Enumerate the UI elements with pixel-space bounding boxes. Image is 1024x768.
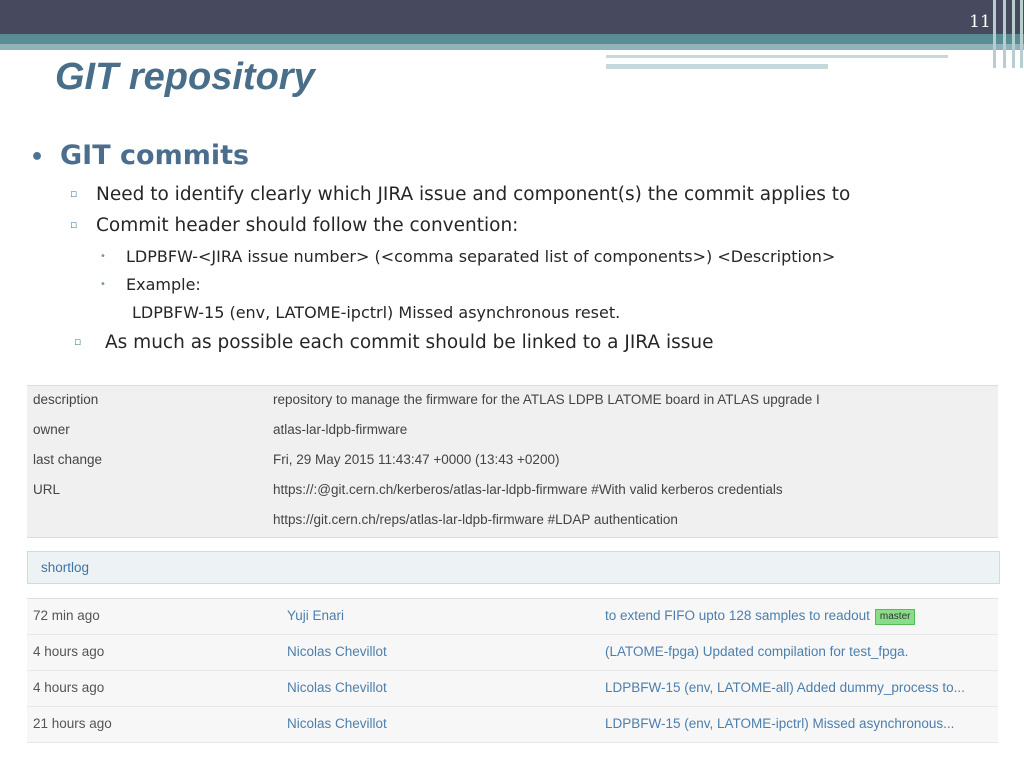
commit-author[interactable]: Nicolas Chevillot [287, 644, 387, 659]
commit-age: 4 hours ago [33, 680, 105, 695]
table-row[interactable]: 4 hours ago Nicolas Chevillot LDPBFW-15 … [27, 671, 998, 707]
example-text: LDPBFW-15 (env, LATOME-ipctrl) Missed as… [132, 303, 621, 322]
sub-bullet-item: • Example: [100, 275, 201, 294]
project-key: description [33, 392, 99, 407]
project-row: last change Fri, 29 May 2015 11:43:47 +0… [27, 446, 998, 476]
commit-age: 21 hours ago [33, 716, 112, 731]
commit-age: 4 hours ago [33, 644, 105, 659]
bullet-heading: • GIT commits [30, 140, 249, 171]
header-bar [0, 0, 1024, 34]
header-decor-stripe [1003, 0, 1006, 68]
commit-author[interactable]: Yuji Enari [287, 608, 344, 623]
slide-title: GIT repository [55, 56, 315, 98]
commit-message[interactable]: LDPBFW-15 (env, LATOME-ipctrl) Missed as… [605, 716, 954, 731]
bullet-item-text: Need to identify clearly which JIRA issu… [96, 184, 851, 205]
square-bullet-icon: ▫ [74, 335, 82, 348]
project-row: https://git.cern.ch/reps/atlas-lar-ldpb-… [27, 506, 998, 536]
square-bullet-icon: ▫ [70, 187, 78, 200]
header-decor-stripe [1012, 0, 1015, 68]
header-decor-stripe [993, 0, 996, 68]
commit-message[interactable]: to extend FIFO upto 128 samples to reado… [605, 608, 916, 625]
table-row[interactable]: 21 hours ago Nicolas Chevillot LDPBFW-15… [27, 707, 998, 743]
header-decor-stripe [1020, 0, 1023, 68]
project-value: repository to manage the firmware for th… [273, 392, 820, 407]
bullet-item: ▫ Need to identify clearly which JIRA iss… [70, 184, 850, 205]
header-accent-band-light [0, 44, 1024, 50]
project-row: owner atlas-lar-ldpb-firmware [27, 416, 998, 446]
sub-bullet-text: LDPBFW-<JIRA issue number> (<comma separ… [126, 247, 836, 266]
project-key: last change [33, 452, 103, 467]
header-decor-line [606, 55, 948, 58]
project-key: owner [33, 422, 70, 437]
shortlog-link[interactable]: shortlog [41, 560, 89, 575]
bullet-heading-text: GIT commits [60, 140, 250, 171]
commit-age: 72 min ago [33, 608, 100, 623]
bullet-dot-icon: • [30, 145, 45, 170]
sub-bullet-item: • LDPBFW-<JIRA issue number> (<comma sepa… [100, 247, 835, 266]
branch-badge[interactable]: master [874, 609, 916, 625]
project-row: URL https://:@git.cern.ch/kerberos/atlas… [27, 476, 998, 506]
header-decor-line [606, 64, 828, 69]
project-value: atlas-lar-ldpb-firmware [273, 422, 408, 437]
commit-author[interactable]: Nicolas Chevillot [287, 680, 387, 695]
square-bullet-icon: ▫ [70, 218, 78, 231]
page-number: 11 [969, 12, 991, 32]
sub-bullet-dot-icon: • [100, 251, 106, 262]
commit-message-text[interactable]: to extend FIFO upto 128 samples to reado… [605, 608, 870, 623]
sub-bullet-dot-icon: • [100, 279, 106, 290]
sub-bullet-text: Example: [126, 275, 201, 294]
bullet-item: ▫ Commit header should follow the convent… [70, 215, 518, 236]
project-summary-table: description repository to manage the fir… [27, 385, 998, 538]
commit-message[interactable]: LDPBFW-15 (env, LATOME-all) Added dummy_… [605, 680, 965, 695]
project-value: Fri, 29 May 2015 11:43:47 +0000 (13:43 +… [273, 452, 560, 467]
bullet-item: ▫ As much as possible each commit should … [74, 332, 713, 353]
commit-author[interactable]: Nicolas Chevillot [287, 716, 387, 731]
project-key: URL [33, 482, 61, 497]
project-url-kerberos[interactable]: https://:@git.cern.ch/kerberos/atlas-lar… [273, 482, 783, 497]
table-row[interactable]: 4 hours ago Nicolas Chevillot (LATOME-fp… [27, 635, 998, 671]
bullet-item-text: As much as possible each commit should b… [105, 332, 714, 353]
bullet-item-text: Commit header should follow the conventi… [96, 215, 519, 236]
shortlog-header: shortlog [27, 551, 1000, 584]
project-row: description repository to manage the fir… [27, 386, 998, 416]
commit-message[interactable]: (LATOME-fpga) Updated compilation for te… [605, 644, 908, 659]
table-row[interactable]: 72 min ago Yuji Enari to extend FIFO upt… [27, 599, 998, 635]
project-url-ldap[interactable]: https://git.cern.ch/reps/atlas-lar-ldpb-… [273, 512, 678, 527]
shortlog-table: 72 min ago Yuji Enari to extend FIFO upt… [27, 598, 998, 744]
